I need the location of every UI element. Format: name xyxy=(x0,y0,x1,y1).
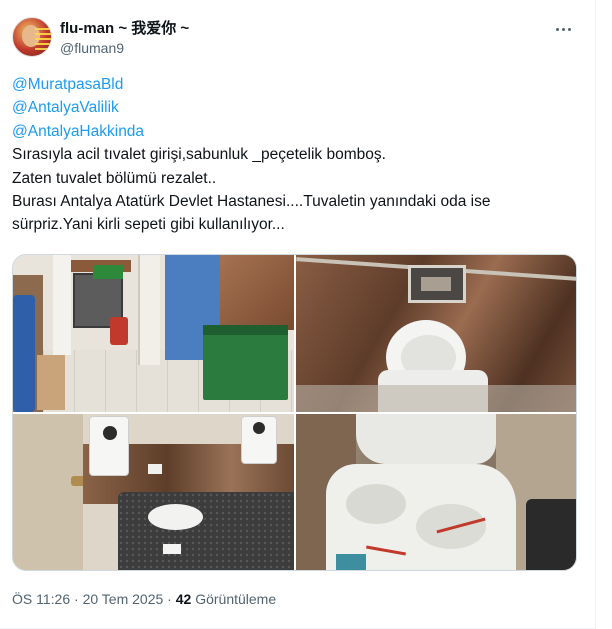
author-names: flu-man ~ 我爱你 ~ @fluman9 xyxy=(60,20,189,58)
photo-toilet-entrance[interactable] xyxy=(13,255,294,412)
mention-link[interactable]: @AntalyaHakkinda xyxy=(12,120,584,143)
mention-link[interactable]: @MuratpasaBld xyxy=(12,73,584,96)
more-horizontal-icon[interactable] xyxy=(554,21,574,37)
tweet-text-line: Zaten tuvalet bölümü rezalet.. xyxy=(12,169,217,187)
avatar-text-overlay xyxy=(35,28,51,50)
tweet-text: @MuratpasaBld @AntalyaValilik @AntalyaHa… xyxy=(12,73,584,237)
tweet-meta: ÖS 11:26 · 20 Tem 2025 · 42 Görüntüleme xyxy=(12,590,276,608)
views-count: 42 xyxy=(175,591,192,607)
mention-link[interactable]: @AntalyaValilik xyxy=(12,96,584,119)
tweet-card: flu-man ~ 我爱你 ~ @fluman9 @MuratpasaBld @… xyxy=(0,0,596,629)
meta-separator: · xyxy=(167,591,172,607)
photo-sink-dispensers[interactable] xyxy=(13,414,294,570)
media-grid xyxy=(12,254,577,571)
author-display-name[interactable]: flu-man ~ 我爱你 ~ xyxy=(60,20,189,38)
meta-separator: · xyxy=(74,591,79,607)
tweet-header: flu-man ~ 我爱你 ~ @fluman9 xyxy=(12,15,584,61)
tweet-text-line: Burası Antalya Atatürk Devlet Hastanesi.… xyxy=(12,193,491,211)
photo-toilet-bowl[interactable] xyxy=(296,255,576,412)
author-handle[interactable]: @fluman9 xyxy=(60,39,189,58)
tweet-date[interactable]: 20 Tem 2025 xyxy=(83,591,164,607)
avatar[interactable] xyxy=(12,17,52,57)
tweet-text-line: Sırasıyla acil tıvalet girişi,sabunluk _… xyxy=(12,146,386,164)
views-label: Görüntüleme xyxy=(195,591,277,607)
tweet-text-line: sürpriz.Yani kirli sepeti gibi kullanılı… xyxy=(12,216,285,234)
photo-laundry-room[interactable] xyxy=(296,414,576,570)
tweet-time[interactable]: ÖS 11:26 xyxy=(12,591,70,607)
